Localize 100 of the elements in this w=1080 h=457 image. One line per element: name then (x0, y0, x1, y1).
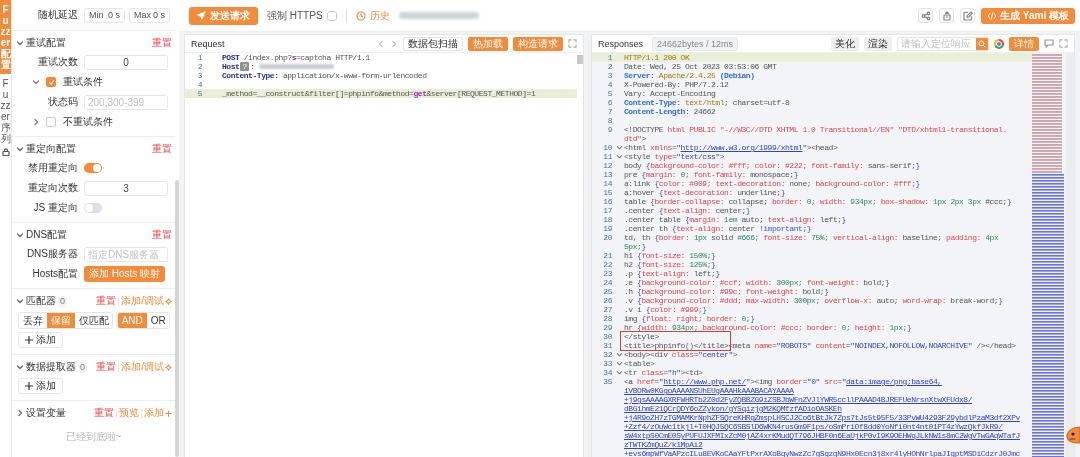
code-text: <body><div class="center"> (624, 350, 738, 359)
code-text: h2 {font-size: 125%;} (624, 260, 716, 269)
debug-link[interactable]: 添加/调试 (121, 294, 172, 308)
line-number: 31 (602, 341, 613, 350)
line-number: 8 (606, 116, 613, 125)
code-text: dtd"> (624, 134, 646, 143)
panel-title: Responses (598, 38, 644, 49)
add-link[interactable]: 添加 (144, 406, 172, 420)
section-title: DNS配置 (26, 228, 68, 242)
code-text: +j4R9oZH7zTGMAMKrNphZFSQreKHRgZmspLHSCJ2Co6tBtJk7Zps7tJs5t95F5/33PvWU4293F29ybdlPzaM3df2XPv (624, 413, 1020, 422)
toggle-label: 禁用重定向 (27, 161, 78, 175)
detail-button[interactable]: 详情 (1009, 36, 1039, 51)
line-number: 5 (606, 89, 613, 98)
number-field[interactable]: Max 0 s (129, 7, 170, 23)
debug-link[interactable]: 添加/调试 (121, 360, 172, 374)
sidebar-tab[interactable]: Fuzzer 序列 (0, 74, 11, 160)
line-number: 21 (602, 251, 613, 260)
code-text: X-Powered-By: PHP/7.2.12 (624, 80, 729, 89)
code-text: img {float: right; border: 0;} (624, 314, 755, 323)
input-field[interactable]: 200,300-399 (84, 94, 168, 110)
scan-button[interactable]: 数据包扫描 (403, 36, 463, 51)
line-number: 3 (606, 71, 613, 80)
line-number: 10 (602, 143, 613, 152)
code-text: body {background-color: #fff; color: #222; font-family: sans-serif;} (624, 161, 920, 170)
code-text: <tr class="h"><td> (624, 368, 703, 377)
preview-link[interactable]: 预览 (119, 406, 139, 420)
action-button[interactable]: 热加载 (468, 36, 508, 51)
history-link[interactable]: 历史 (355, 8, 390, 23)
send-button[interactable]: 发送请求 (189, 6, 258, 25)
line-number: 35 (602, 377, 613, 386)
code-text: .center {text-align: center;} (624, 206, 751, 215)
view-button[interactable]: 渲染 (864, 36, 892, 51)
code-text: table {border-collapse: collapse; border: 0; width: 934px; box-shadow: 1px 2px 3px #ccc;} (624, 197, 1012, 206)
reset-link[interactable]: 重置 (152, 142, 172, 156)
yaml-template-button[interactable]: 生成 Yaml 模板 (981, 7, 1075, 24)
line-number: 3 (196, 71, 203, 80)
input-field[interactable]: 3 (84, 180, 168, 196)
reset-link[interactable]: 重置 (96, 360, 117, 374)
line-number: 23 (602, 269, 613, 278)
code-text: .p {text-align: left;} (624, 269, 720, 278)
code-text: Vary: Accept-Encoding (624, 89, 716, 98)
code-text: .h {background-color: #99c; font-weight: bold;} (624, 287, 829, 296)
reset-link[interactable]: 重置 (94, 406, 114, 420)
input-field[interactable]: 0 (84, 54, 168, 70)
add-button[interactable]: 添加 (18, 378, 63, 394)
code-text: .v i {color: #999;} (624, 305, 707, 314)
line-number: 7 (606, 107, 613, 116)
line-number: 18 (602, 215, 613, 224)
section-title: 重试配置 (26, 36, 66, 50)
code-text: sW4xtpS0CmE0SyPUFUJXFMIxZcM0jAZ4xrKMudQT796JHBF0n6EaUjkP0vI9K9OEHWqJLkNW1s8mC2WgVTwGAqWTafJ (624, 431, 1020, 440)
field-label: 状态码 (47, 95, 78, 109)
response-size-badge: 24662bytes / 12ms (652, 36, 739, 51)
code-text: .v {background-color: #ddd; max-width: 300px; overflow-x: auto; word-wrap: break-word;} (624, 296, 1003, 305)
line-number: 11 (602, 152, 613, 161)
code-text: .e {background-color: #ccf; width: 300px; font-weight: bold;} (624, 278, 890, 287)
code-text: dBGihmE21QCrQDY6oZZykon/gYSqizjgM2KQMfzfADioOASKEh (624, 404, 842, 413)
add-button[interactable]: 添加 (18, 332, 63, 348)
add-hosts-button[interactable]: 添加 Hosts 映射 (84, 266, 166, 282)
code-text: 5px;} (624, 242, 646, 251)
line-number: 19 (602, 224, 613, 233)
section-title: 匹配器 (26, 294, 56, 308)
panel-title: Request (191, 38, 225, 49)
action-button[interactable]: 构造请求 (513, 36, 563, 51)
line-number: 20 (602, 233, 613, 242)
code-text: +Zzf4/zOuWc1tkjl+T0HQJ5QC6SBSlD6WKN4rusGm9F1ps/oSmPriOf8dd0YoNfi0nt4nt01PT4zYwzQkfJkR9/ (624, 422, 1003, 431)
view-button[interactable]: 美化 (831, 36, 859, 51)
section-title: 数据提取器 (26, 360, 76, 374)
line-number: 22 (602, 260, 613, 269)
line-number: 14 (602, 179, 613, 188)
line-number: 34 (602, 368, 613, 377)
line-number: 13 (602, 170, 613, 179)
line-number: 1 (606, 53, 613, 62)
line-number: 17 (602, 206, 613, 215)
code-text: iVBORw0KGgoAAAANSUhEUgAAAHkAAABACAYAAAA (624, 386, 794, 395)
logic-option[interactable]: AND (117, 312, 147, 328)
reset-link[interactable]: 重置 (96, 294, 117, 308)
sidebar-tab[interactable]: Fuzzer 配置 (0, 0, 11, 74)
code-text: Host (222, 62, 240, 71)
reset-link[interactable]: 重置 (152, 36, 172, 50)
code-text: <!DOCTYPE html PUBLIC "-//W3C//DTD XHTML 1.0 Transitional//EN" "DTD/xhtml1-transitional. (624, 125, 1007, 134)
code-text: a:hover {text-decoration: underline;} (624, 188, 785, 197)
line-number: 25 (602, 287, 613, 296)
section-title: 设置变量 (26, 406, 66, 420)
code-text: a:link {color: #009; text-decoration: none; background-color: #fff;} (624, 179, 920, 188)
code-text: _method=__construct&filter[]=phpinfo&method=get&server[REQUEST_METHOD]=1 (222, 89, 536, 98)
reset-link[interactable]: 重置 (152, 228, 172, 242)
code-text: Content-Length: 24662 (624, 107, 716, 116)
line-number: 30 (602, 332, 613, 341)
line-number: 2 (606, 62, 613, 71)
line-number: 1 (196, 53, 203, 62)
count-badge: 0 (78, 361, 87, 373)
number-field[interactable]: Min 0 s (84, 7, 125, 23)
count-badge: 0 (58, 295, 67, 307)
field-label: 随机延迟 (37, 8, 78, 22)
code-text: <a href="http://www.php.net/"><img border="0" src="data:image/png;base64, (624, 377, 942, 386)
line-number: 28 (602, 314, 613, 323)
code-text: Server: Apache/2.4.25 (Debian) (624, 71, 755, 80)
checkbox-label: 重试条件 (63, 75, 103, 89)
mode-option[interactable]: 保留 (47, 312, 75, 328)
code-text: : (250, 62, 255, 71)
